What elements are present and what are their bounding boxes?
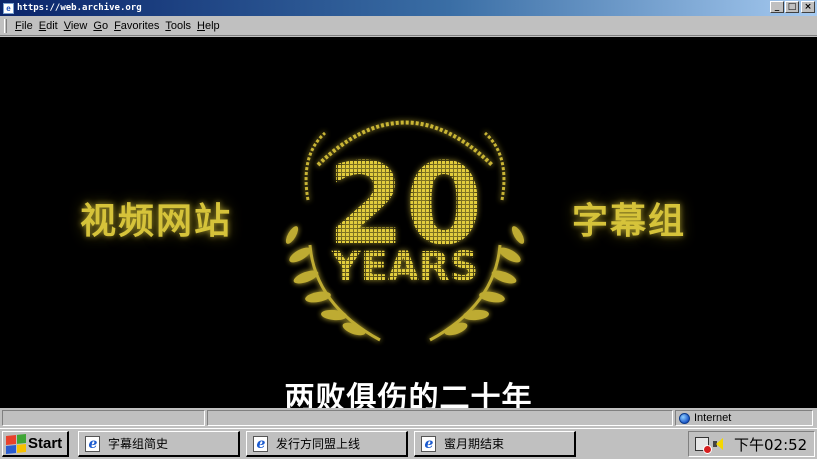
left-label: 视频网站 bbox=[80, 201, 233, 242]
start-label: Start bbox=[28, 435, 63, 452]
zone-label: Internet bbox=[694, 412, 732, 424]
right-label: 字幕组 bbox=[572, 201, 687, 242]
menu-view[interactable]: View bbox=[61, 20, 91, 32]
menu-edit[interactable]: Edit bbox=[36, 20, 61, 32]
ie-page-icon: e bbox=[3, 2, 14, 14]
task-label: 发行方同盟上线 bbox=[276, 437, 361, 451]
title-bar: e https://web.archive.org _ □ × bbox=[0, 0, 817, 16]
page-content: 视频网站 字幕组 20 YEARS 两败俱伤的二十年 bbox=[0, 37, 817, 408]
globe-icon bbox=[679, 412, 690, 424]
minimize-button[interactable]: _ bbox=[770, 1, 784, 13]
window-title: https://web.archive.org bbox=[17, 3, 142, 13]
status-progress-pane bbox=[207, 410, 673, 426]
toolbar-grip[interactable] bbox=[4, 18, 7, 33]
start-button[interactable]: Start bbox=[2, 431, 69, 457]
clock[interactable]: 下午02:52 bbox=[734, 434, 807, 455]
windows-logo-icon bbox=[6, 433, 26, 454]
menu-tools[interactable]: Tools bbox=[162, 20, 194, 32]
taskbar-button-2[interactable]: e 发行方同盟上线 bbox=[246, 431, 408, 457]
close-button[interactable]: × bbox=[801, 1, 815, 13]
twenty-years-emblem: 20 YEARS bbox=[285, 120, 525, 342]
menu-go[interactable]: Go bbox=[90, 20, 111, 32]
system-tray: 下午02:52 bbox=[688, 431, 815, 457]
speaker-icon[interactable] bbox=[712, 437, 726, 451]
menu-bar: File Edit View Go Favorites Tools Help bbox=[0, 16, 817, 36]
task-label: 蜜月期结束 bbox=[444, 437, 505, 451]
menu-favorites[interactable]: Favorites bbox=[111, 20, 162, 32]
security-zone-pane: Internet bbox=[675, 410, 813, 426]
taskbar: Start e 字幕组简史 e 发行方同盟上线 e 蜜月期结束 下午02:52 bbox=[0, 428, 817, 459]
window-controls: _ □ × bbox=[769, 1, 815, 13]
ie-icon: e bbox=[84, 435, 102, 453]
emblem-word: YEARS bbox=[331, 244, 479, 290]
menu-help[interactable]: Help bbox=[194, 20, 223, 32]
status-bar: Internet bbox=[0, 408, 817, 428]
maximize-button[interactable]: □ bbox=[785, 1, 799, 13]
taskbar-button-1[interactable]: e 字幕组简史 bbox=[78, 431, 240, 457]
status-text-pane bbox=[2, 410, 205, 426]
network-icon[interactable] bbox=[695, 437, 712, 454]
task-label: 字幕组简史 bbox=[108, 437, 169, 451]
menu-file[interactable]: File bbox=[12, 20, 36, 32]
video-subtitle: 两败俱伤的二十年 bbox=[284, 381, 533, 408]
ie-icon: e bbox=[420, 435, 438, 453]
taskbar-button-3[interactable]: e 蜜月期结束 bbox=[414, 431, 576, 457]
ie-icon: e bbox=[252, 435, 270, 453]
